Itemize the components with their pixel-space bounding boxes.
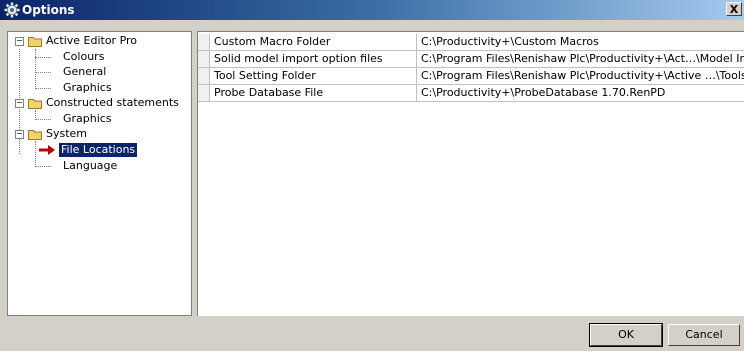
- tree-line: [35, 166, 51, 167]
- tree-item-graphics-constructed[interactable]: Graphics: [8, 112, 188, 127]
- row-header: [198, 51, 210, 68]
- tree-item-constructed-statements[interactable]: − Constructed statements: [8, 96, 188, 111]
- tree-item-label: Colours: [63, 50, 105, 63]
- tree-line: [35, 88, 51, 89]
- tree-item-system[interactable]: − System: [8, 127, 188, 142]
- setting-value-cell[interactable]: C:\Program Files\Renishaw Plc\Productivi…: [417, 51, 744, 68]
- window-title: Options: [22, 3, 75, 17]
- tree-line: [35, 57, 51, 58]
- tree-item-colours[interactable]: Colours: [8, 50, 188, 65]
- gear-icon: [4, 2, 20, 18]
- tree-item-active-editor-pro[interactable]: − Active Editor Pro: [8, 34, 188, 49]
- setting-name-cell: Custom Macro Folder: [210, 34, 417, 51]
- file-locations-grid[interactable]: Custom Macro Folder C:\Productivity+\Cus…: [197, 31, 744, 316]
- tree-item-label: System: [46, 127, 88, 140]
- tree-line: [35, 72, 51, 73]
- setting-value-cell[interactable]: C:\Productivity+\Custom Macros: [417, 34, 744, 51]
- tree-item-general[interactable]: General: [8, 65, 188, 80]
- folder-icon: [28, 99, 42, 109]
- collapse-toggle[interactable]: −: [15, 99, 24, 108]
- setting-value-cell[interactable]: C:\Program Files\Renishaw Plc\Productivi…: [417, 68, 744, 85]
- folder-icon: [28, 130, 42, 140]
- table-row[interactable]: Solid model import option files C:\Progr…: [198, 51, 744, 68]
- row-header: [198, 68, 210, 85]
- setting-value-cell[interactable]: C:\Productivity+\ProbeDatabase 1.70.RenP…: [417, 85, 744, 102]
- setting-name-cell: Solid model import option files: [210, 51, 417, 68]
- tree-line: [35, 119, 51, 120]
- tree-item-file-locations[interactable]: File Locations: [8, 142, 188, 158]
- ok-button[interactable]: OK: [589, 323, 663, 347]
- close-button[interactable]: X: [726, 2, 742, 16]
- button-bar: OK Cancel: [0, 316, 744, 351]
- tree-item-label: Graphics: [63, 81, 112, 94]
- tree-item-label: File Locations: [57, 142, 139, 158]
- cancel-button[interactable]: Cancel: [668, 324, 740, 346]
- table-row[interactable]: Custom Macro Folder C:\Productivity+\Cus…: [198, 34, 744, 51]
- table-row[interactable]: Probe Database File C:\Productivity+\Pro…: [198, 85, 744, 102]
- tree-item-label: Language: [63, 159, 118, 172]
- table-row[interactable]: Tool Setting Folder C:\Program Files\Ren…: [198, 68, 744, 85]
- tree-item-graphics[interactable]: Graphics: [8, 81, 188, 96]
- tree-item-label: Constructed statements: [46, 96, 179, 109]
- setting-name-cell: Probe Database File: [210, 85, 417, 102]
- tree-item-label: Active Editor Pro: [46, 34, 138, 47]
- tree-item-label: Graphics: [63, 112, 112, 125]
- options-tree[interactable]: − Active Editor Pro Colours General Grap…: [7, 31, 192, 316]
- tree-item-label: General: [63, 65, 107, 78]
- arrow-right-icon: [39, 145, 55, 155]
- folder-icon: [28, 37, 42, 47]
- tree-item-language[interactable]: Language: [8, 159, 188, 174]
- row-header: [198, 34, 210, 51]
- row-header: [198, 85, 210, 102]
- title-bar: Options X: [0, 0, 744, 20]
- collapse-toggle[interactable]: −: [15, 130, 24, 139]
- collapse-toggle[interactable]: −: [15, 37, 24, 46]
- setting-name-cell: Tool Setting Folder: [210, 68, 417, 85]
